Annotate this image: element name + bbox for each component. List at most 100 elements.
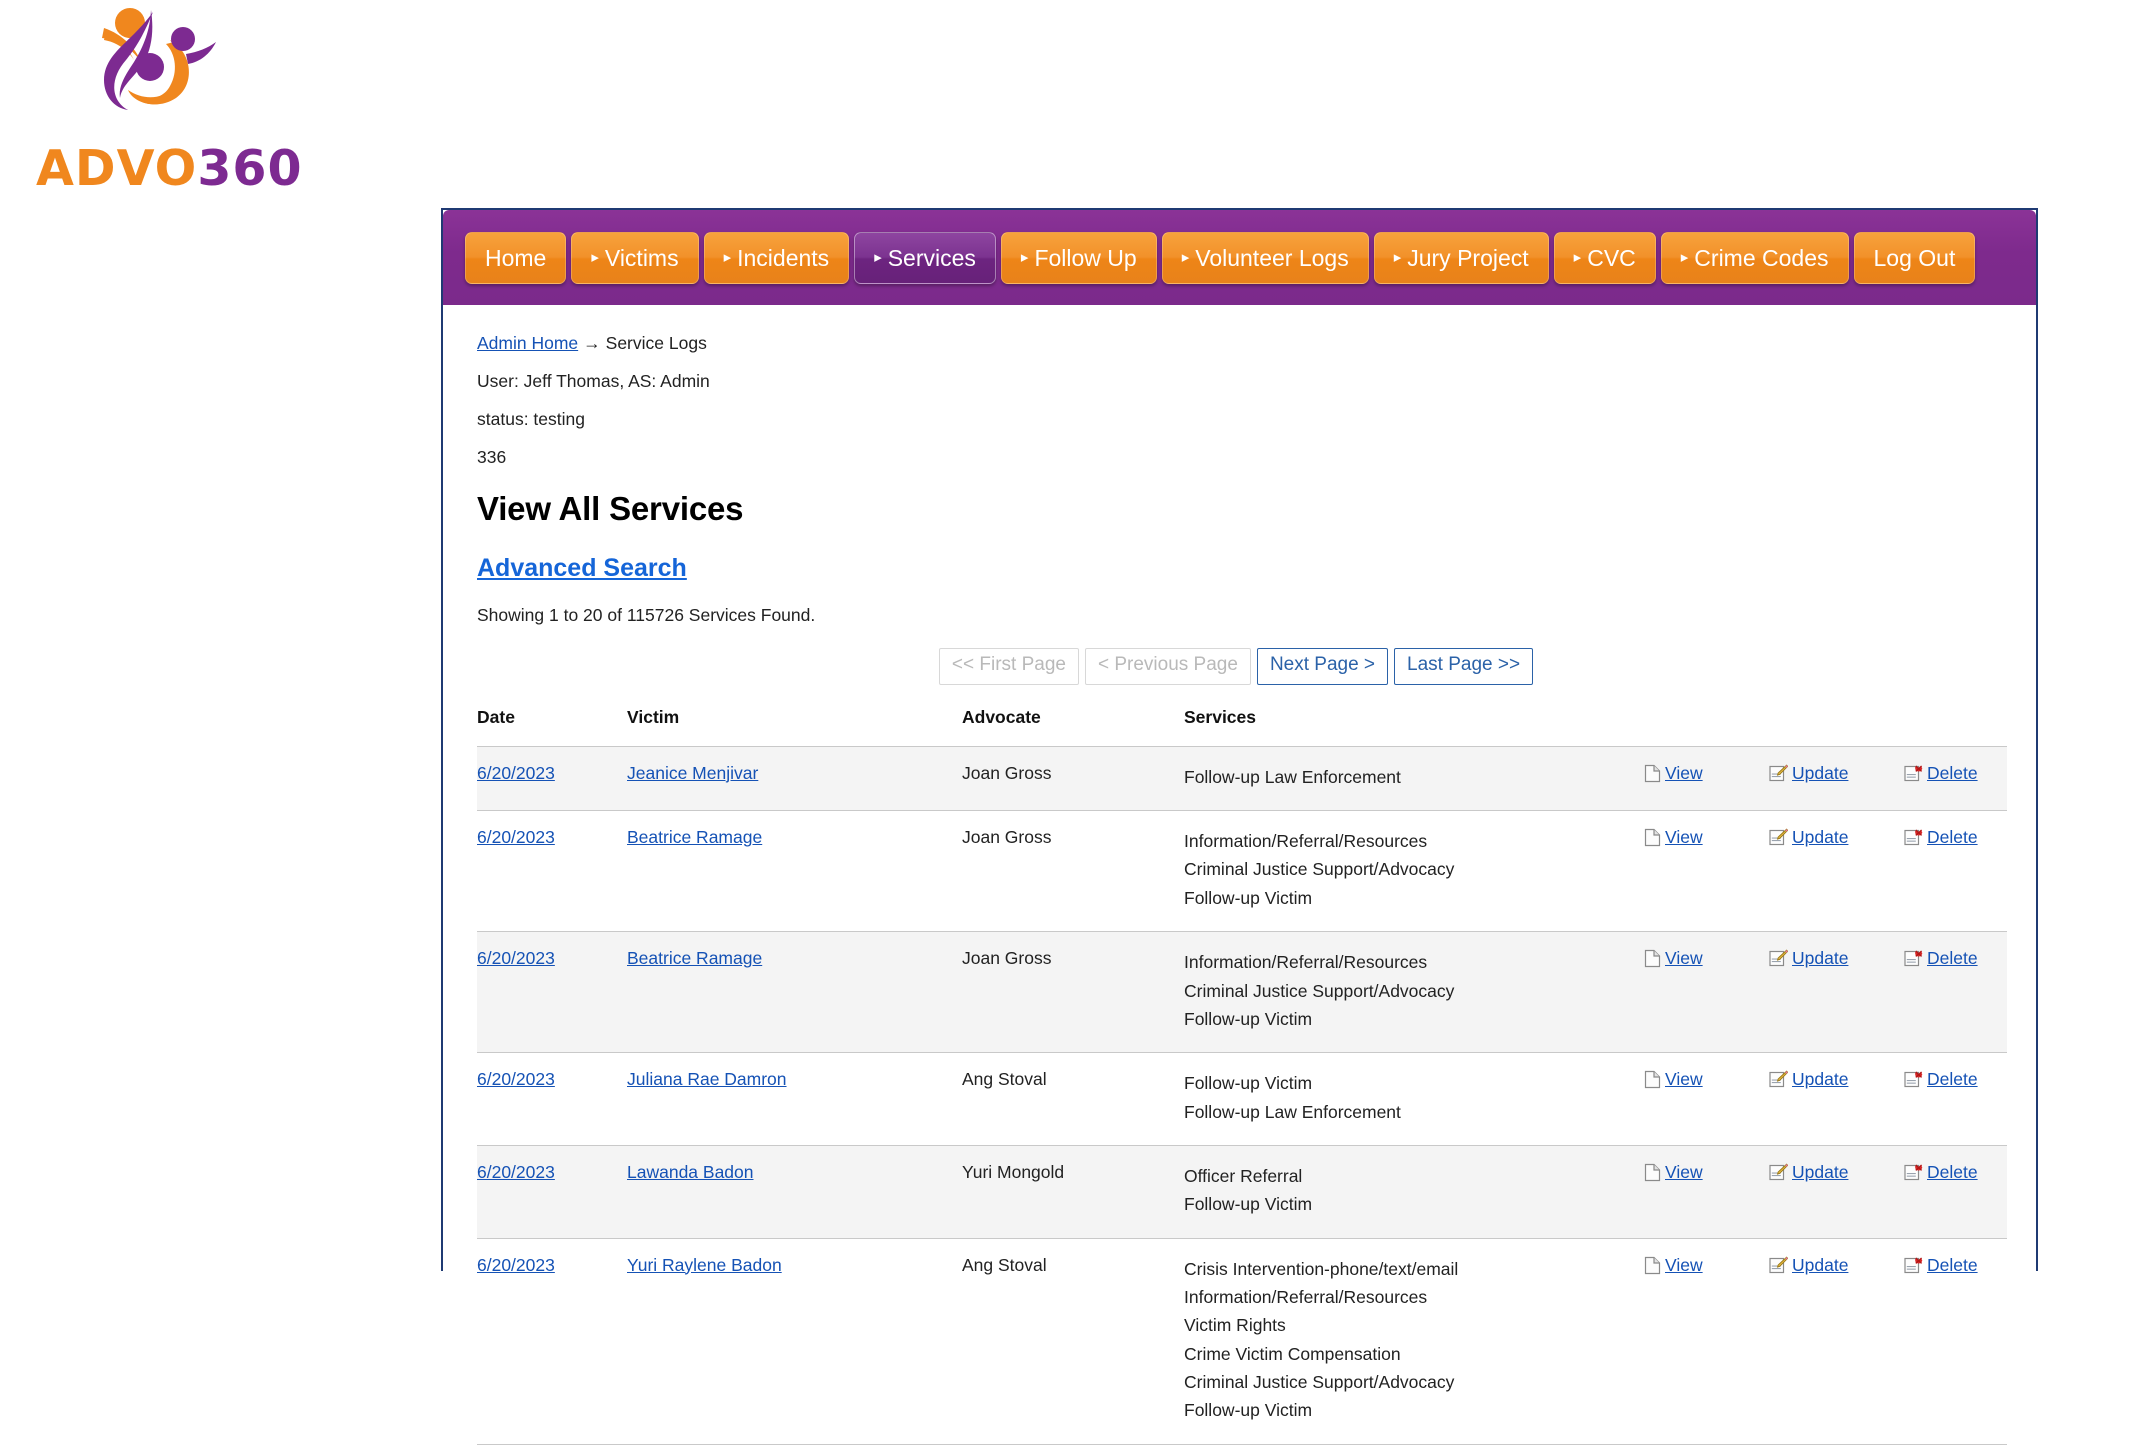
cell-delete: Delete bbox=[1904, 1238, 2007, 1445]
cell-view: View bbox=[1644, 1238, 1769, 1445]
update-link[interactable]: Update bbox=[1792, 1162, 1848, 1182]
update-link[interactable]: Update bbox=[1792, 763, 1848, 783]
cell-victim: Beatrice Ramage bbox=[627, 810, 962, 933]
pencil-edit-icon bbox=[1769, 1256, 1789, 1280]
cell-victim: Jeanice Menjivar bbox=[627, 746, 962, 812]
view-link[interactable]: View bbox=[1665, 763, 1703, 783]
victim-name-link[interactable]: Jeanice Menjivar bbox=[627, 763, 758, 783]
delete-link[interactable]: Delete bbox=[1927, 827, 1978, 847]
nav-item-log-out[interactable]: Log Out bbox=[1853, 232, 1976, 284]
service-date-link[interactable]: 6/20/2023 bbox=[477, 1255, 555, 1275]
victim-name-link[interactable]: Beatrice Ramage bbox=[627, 827, 762, 847]
nav-item-home[interactable]: Home bbox=[465, 232, 567, 284]
service-date-link[interactable]: 6/20/2023 bbox=[477, 1069, 555, 1089]
cell-advocate: Joan Gross bbox=[962, 746, 1184, 812]
column-header-date[interactable]: Date bbox=[477, 700, 627, 747]
service-line: Follow-up Victim bbox=[1184, 1194, 1313, 1215]
chevron-right-icon: ▸ bbox=[1680, 248, 1689, 266]
update-link[interactable]: Update bbox=[1792, 948, 1848, 968]
view-link[interactable]: View bbox=[1665, 1255, 1703, 1275]
table-head: Date Victim Advocate Services bbox=[477, 700, 2007, 747]
cell-date: 6/20/2023 bbox=[477, 746, 627, 812]
nav-item-victims[interactable]: ▸ Victims bbox=[571, 232, 699, 284]
nav-item-cvc[interactable]: ▸ CVC bbox=[1553, 232, 1656, 284]
update-link[interactable]: Update bbox=[1792, 827, 1848, 847]
victim-name-link[interactable]: Lawanda Badon bbox=[627, 1162, 754, 1182]
cell-victim: Lawanda Badon bbox=[627, 1145, 962, 1239]
nav-item-label: Follow Up bbox=[1034, 244, 1137, 271]
chevron-right-icon: ▸ bbox=[723, 248, 732, 266]
cell-date: 6/20/2023 bbox=[477, 810, 627, 933]
delete-x-icon bbox=[1904, 764, 1923, 788]
pencil-edit-icon bbox=[1769, 764, 1789, 788]
brand-wordmark: ADVO360 bbox=[36, 140, 303, 197]
service-line: Information/Referral/Resources bbox=[1184, 831, 1428, 852]
chevron-right-icon: ▸ bbox=[874, 248, 882, 266]
cell-advocate: Ang Stoval bbox=[962, 1238, 1184, 1445]
cell-delete: Delete bbox=[1904, 1052, 2007, 1146]
victim-name-link[interactable]: Yuri Raylene Badon bbox=[627, 1255, 782, 1275]
victim-name-link[interactable]: Juliana Rae Damron bbox=[627, 1069, 787, 1089]
pencil-edit-icon bbox=[1769, 949, 1789, 973]
delete-x-icon bbox=[1904, 1256, 1923, 1280]
column-header-victim[interactable]: Victim bbox=[627, 700, 962, 747]
view-link[interactable]: View bbox=[1665, 827, 1703, 847]
delete-link[interactable]: Delete bbox=[1927, 1069, 1978, 1089]
update-link[interactable]: Update bbox=[1792, 1255, 1848, 1275]
service-line: Victim Rights bbox=[1184, 1315, 1286, 1336]
services-table: Date Victim Advocate Services 6/20/2023 J… bbox=[477, 700, 2007, 1445]
service-line: Follow-up Victim bbox=[1184, 1400, 1313, 1421]
cell-update: Update bbox=[1769, 810, 1904, 933]
nav-item-services[interactable]: ▸ Services bbox=[854, 232, 996, 284]
column-header-services[interactable]: Services bbox=[1184, 700, 1644, 747]
nav-item-incidents[interactable]: ▸ Incidents bbox=[703, 232, 850, 284]
cell-advocate: Ang Stoval bbox=[962, 1052, 1184, 1146]
view-link[interactable]: View bbox=[1665, 948, 1703, 968]
service-line: Crisis Intervention-phone/text/email bbox=[1184, 1258, 1459, 1279]
service-date-link[interactable]: 6/20/2023 bbox=[477, 763, 555, 783]
last-page-button[interactable]: Last Page >> bbox=[1394, 648, 1534, 685]
cell-services: Information/Referral/Resources Criminal J… bbox=[1184, 810, 1644, 933]
service-line: Follow-up Victim bbox=[1184, 1073, 1313, 1094]
nav-item-follow-up[interactable]: ▸ Follow Up bbox=[1000, 232, 1157, 284]
table-body: 6/20/2023 Jeanice Menjivar Joan Gross Follo… bbox=[477, 746, 2007, 1445]
delete-link[interactable]: Delete bbox=[1927, 1255, 1978, 1275]
cell-services: Follow-up Law Enforcement bbox=[1184, 746, 1644, 812]
cell-view: View bbox=[1644, 810, 1769, 933]
service-date-link[interactable]: 6/20/2023 bbox=[477, 1162, 555, 1182]
delete-link[interactable]: Delete bbox=[1927, 763, 1978, 783]
update-link[interactable]: Update bbox=[1792, 1069, 1848, 1089]
next-page-button[interactable]: Next Page > bbox=[1256, 648, 1389, 685]
previous-page-button[interactable]: < Previous Page bbox=[1084, 648, 1251, 685]
nav-item-jury-project[interactable]: ▸ Jury Project bbox=[1373, 232, 1549, 284]
chevron-right-icon: ▸ bbox=[1393, 248, 1402, 266]
column-header-advocate[interactable]: Advocate bbox=[962, 700, 1184, 747]
cell-victim: Yuri Raylene Badon bbox=[627, 1238, 962, 1445]
victim-name-link[interactable]: Beatrice Ramage bbox=[627, 948, 762, 968]
cell-delete: Delete bbox=[1904, 1145, 2007, 1239]
delete-link[interactable]: Delete bbox=[1927, 948, 1978, 968]
advanced-search-link[interactable]: Advanced Search bbox=[477, 554, 687, 583]
view-link[interactable]: View bbox=[1665, 1069, 1703, 1089]
first-page-button[interactable]: << First Page bbox=[938, 648, 1079, 685]
showing-results-text: Showing 1 to 20 of 115726 Services Found… bbox=[477, 605, 816, 625]
breadcrumb-admin-home-link[interactable]: Admin Home bbox=[477, 333, 578, 353]
user-info-line: User: Jeff Thomas, AS: Admin bbox=[477, 371, 710, 391]
cell-date: 6/20/2023 bbox=[477, 931, 627, 1054]
wordmark-advo: ADVO bbox=[36, 140, 198, 197]
service-date-link[interactable]: 6/20/2023 bbox=[477, 827, 555, 847]
nav-item-crime-codes[interactable]: ▸ Crime Codes bbox=[1660, 232, 1849, 284]
nav-item-volunteer-logs[interactable]: ▸ Volunteer Logs bbox=[1161, 232, 1369, 284]
nav-item-label: CVC bbox=[1587, 244, 1636, 271]
service-line: Information/Referral/Resources bbox=[1184, 952, 1428, 973]
service-date-link[interactable]: 6/20/2023 bbox=[477, 948, 555, 968]
service-line: Criminal Justice Support/Advocacy bbox=[1184, 980, 1455, 1001]
table-header-row: Date Victim Advocate Services bbox=[477, 700, 2007, 747]
document-icon bbox=[1644, 1163, 1661, 1187]
delete-link[interactable]: Delete bbox=[1927, 1162, 1978, 1182]
breadcrumb: Admin Home → Service Logs bbox=[477, 333, 2036, 354]
view-link[interactable]: View bbox=[1665, 1162, 1703, 1182]
cell-services: Crisis Intervention-phone/text/email Info… bbox=[1184, 1238, 1644, 1445]
brand-logo: ADVO360 bbox=[18, 4, 302, 197]
chevron-right-icon: ▸ bbox=[591, 248, 599, 266]
